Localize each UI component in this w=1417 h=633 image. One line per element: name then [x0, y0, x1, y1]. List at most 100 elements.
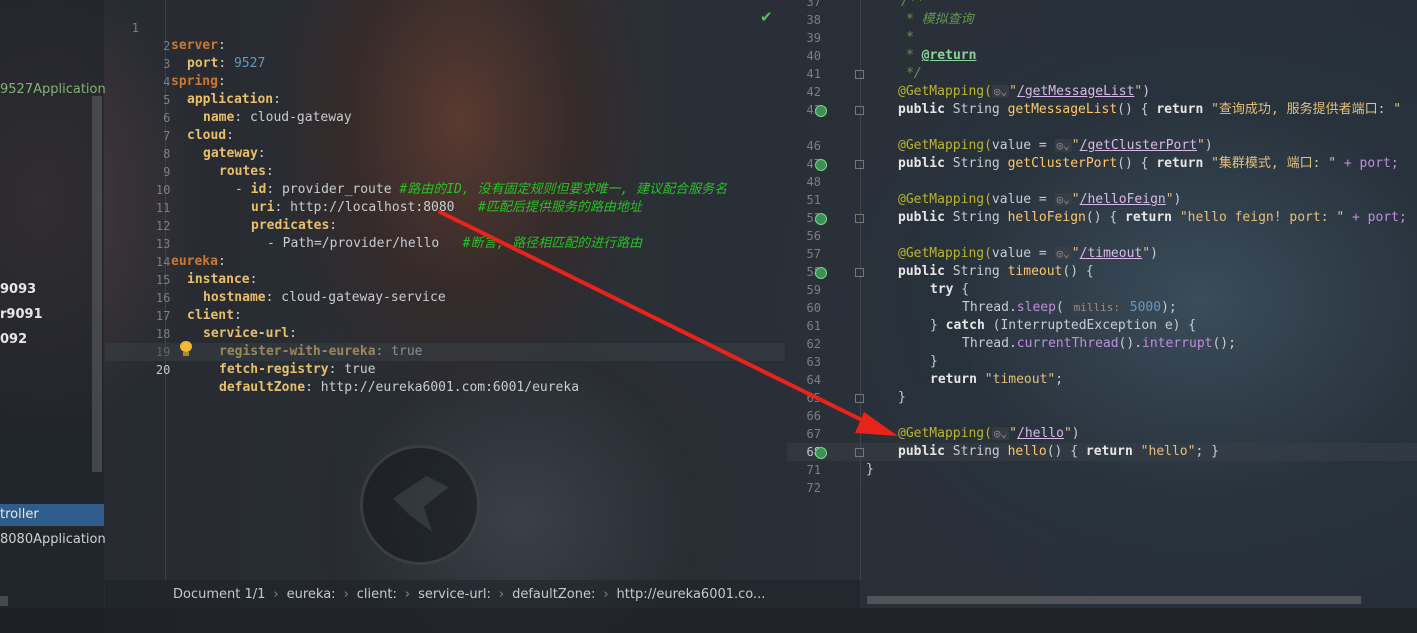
fold-marker-icon[interactable]: [855, 214, 864, 223]
method-name[interactable]: timeout: [1008, 264, 1063, 279]
variable: e: [1164, 318, 1173, 333]
fold-marker-icon[interactable]: [855, 394, 864, 403]
doc-tag: @return: [921, 48, 977, 63]
globe-link-icon[interactable]: ◎⌄: [1054, 193, 1072, 206]
fold-marker-icon[interactable]: [855, 70, 864, 79]
type-name: String: [952, 210, 1000, 225]
breadcrumb-item[interactable]: Document 1/1: [173, 587, 265, 602]
java-editor[interactable]: 37 /** 38 * 模拟查询 39 * 40 * @return 41 */ 42 @G…: [787, 0, 1417, 580]
globe-link-icon[interactable]: ◎⌄: [991, 427, 1010, 440]
project-tree-item[interactable]: 092: [0, 332, 27, 347]
mapping-path-link[interactable]: /hello: [1017, 426, 1064, 441]
number-literal: 5000: [1129, 300, 1162, 315]
code-line: 15 hostname: cloud-gateway-service: [105, 253, 785, 305]
project-hscrollbar[interactable]: [0, 596, 8, 606]
param-hint: millis:: [1071, 301, 1122, 314]
run-endpoint-icon[interactable]: [815, 213, 827, 225]
fold-marker-icon[interactable]: [855, 160, 864, 169]
breadcrumb-separator-icon: ›: [603, 586, 609, 602]
field-ref: + port;: [1336, 156, 1399, 171]
paren: ): [1204, 138, 1213, 153]
mapping-path-link[interactable]: /getClusterPort: [1080, 138, 1197, 153]
annotation-attr: value =: [991, 246, 1055, 261]
method-name[interactable]: getMessageList: [1008, 102, 1118, 117]
code-line: 4 application:: [105, 55, 785, 107]
code-line: 14 instance:: [105, 235, 785, 287]
line-number: 42: [806, 85, 821, 99]
project-tree-item[interactable]: 9527Application: [0, 82, 106, 97]
keyword: return: [1156, 156, 1204, 171]
line-number: 48: [806, 175, 821, 189]
run-endpoint-icon[interactable]: [815, 105, 827, 117]
class-ref: InterruptedException: [1000, 318, 1157, 333]
line-number: 66: [806, 409, 821, 423]
method-name[interactable]: helloFeign: [1008, 210, 1086, 225]
paren: ): [1071, 426, 1080, 441]
field-ref: + port;: [1344, 210, 1407, 225]
run-endpoint-icon[interactable]: [815, 267, 827, 279]
project-tree-item[interactable]: r9091: [0, 307, 43, 322]
project-tree-item[interactable]: 9093: [0, 282, 36, 297]
breadcrumb-item[interactable]: http://eureka6001.co...: [617, 587, 766, 602]
code-line: 13 eureka:: [105, 217, 785, 269]
yaml-key: fetch-registry: [219, 362, 329, 377]
line-number: 62: [806, 337, 821, 351]
method-call: sleep: [1016, 300, 1056, 315]
globe-link-icon[interactable]: ◎⌄: [1054, 247, 1072, 260]
lightbulb-intention-icon[interactable]: [179, 341, 193, 357]
breadcrumb-item[interactable]: service-url:: [418, 587, 491, 602]
doc-comment: /**: [901, 0, 925, 9]
line-number: 39: [806, 31, 821, 45]
run-endpoint-icon[interactable]: [815, 447, 827, 459]
annotation: @GetMapping(: [898, 138, 992, 153]
project-tree-item[interactable]: 8080Application: [0, 532, 106, 547]
editor-hscrollbar[interactable]: [867, 596, 1361, 604]
method-name[interactable]: getClusterPort: [1008, 156, 1118, 171]
mapping-path-link[interactable]: /helloFeign: [1080, 192, 1166, 207]
method-call: interrupt: [1142, 336, 1213, 351]
doc-comment: * 模拟查询: [906, 12, 974, 27]
code-line: 3 spring:: [105, 37, 785, 89]
breadcrumb-item[interactable]: eureka:: [287, 587, 336, 602]
code-line: 11 predicates:: [105, 181, 785, 233]
method-call: currentThread: [1016, 336, 1119, 351]
doc-comment: *: [906, 30, 914, 45]
annotation: @GetMapping(: [898, 246, 992, 261]
fold-marker-icon[interactable]: [855, 268, 864, 277]
method-name[interactable]: hello: [1008, 444, 1047, 459]
project-tree-item-selected[interactable]: troller: [0, 504, 104, 526]
line-number: 64: [806, 373, 821, 387]
globe-link-icon[interactable]: ◎⌄: [991, 85, 1010, 98]
type-name: String: [952, 264, 1000, 279]
keyword: public: [898, 210, 945, 225]
paren: ): [1173, 192, 1182, 207]
string-literal: "timeout": [984, 372, 1056, 387]
line-number: 61: [806, 319, 821, 333]
annotation-attr: value =: [991, 192, 1055, 207]
keyword: catch: [945, 318, 985, 333]
line-number: 71: [806, 463, 821, 477]
line-number: 57: [806, 247, 821, 261]
code-line: 7 gateway:: [105, 109, 785, 161]
mapping-path-link[interactable]: /getMessageList: [1017, 84, 1134, 99]
mapping-path-link[interactable]: /timeout: [1080, 246, 1143, 261]
yaml-value: true: [344, 362, 376, 377]
run-endpoint-icon[interactable]: [815, 159, 827, 171]
breadcrumb-item[interactable]: client:: [357, 587, 397, 602]
type-name: String: [952, 102, 1000, 117]
code-line: 1 server:: [105, 1, 785, 53]
class-ref: Thread: [962, 336, 1009, 351]
breadcrumb-item[interactable]: defaultZone:: [512, 587, 595, 602]
string-literal: "查询成功, 服务提供者端口: ": [1211, 102, 1402, 117]
breadcrumb: Document 1/1 › eureka: › client: › servi…: [105, 580, 860, 608]
breadcrumb-separator-icon: ›: [404, 586, 411, 602]
line-number: 20: [155, 363, 171, 377]
keyword: public: [898, 102, 945, 117]
keyword: public: [898, 444, 945, 459]
globe-link-icon[interactable]: ◎⌄: [1054, 139, 1072, 152]
project-scrollbar[interactable]: [92, 96, 102, 472]
yaml-editor[interactable]: ✔ 1 server: 2 port: 9527 3 spring: 4 app…: [105, 0, 785, 580]
fold-marker-icon[interactable]: [855, 448, 864, 457]
code-line: 17 service-url:: [105, 289, 785, 341]
fold-marker-icon[interactable]: [855, 106, 864, 115]
